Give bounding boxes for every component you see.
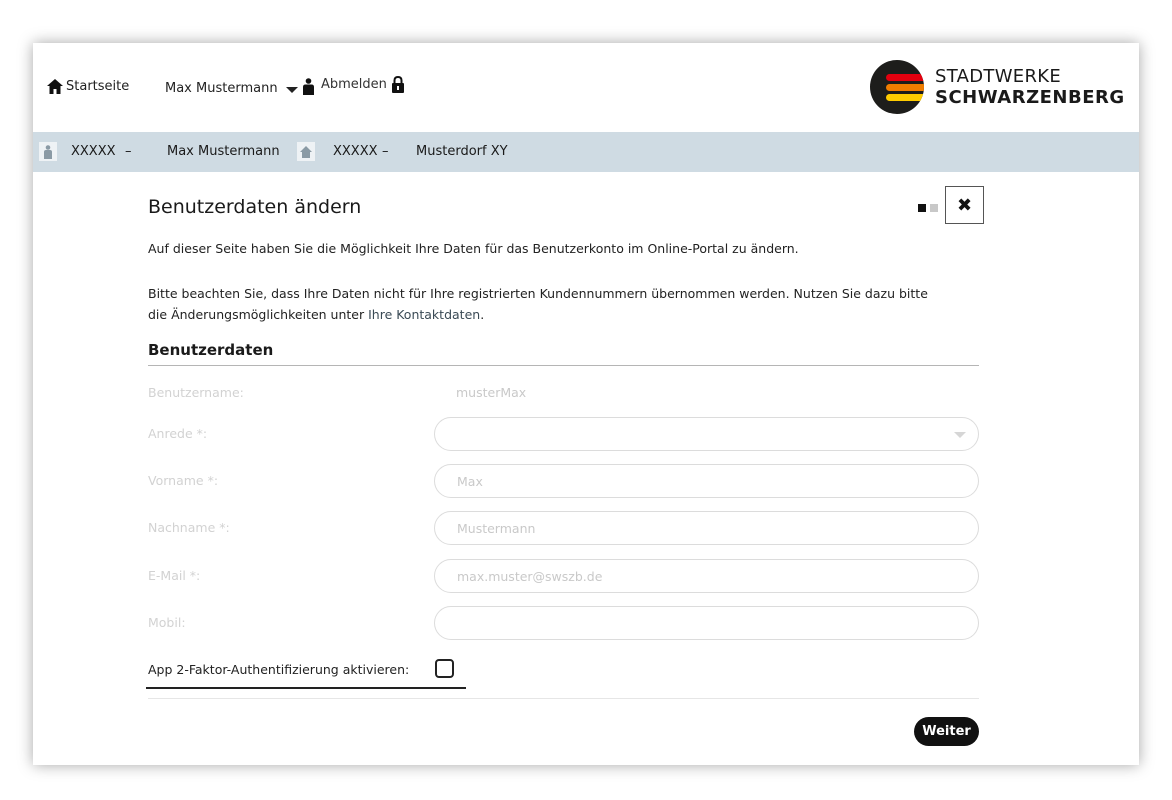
tfa-checkbox[interactable]	[435, 659, 454, 678]
notice-end: .	[480, 307, 485, 322]
email-value: max.muster@swszb.de	[457, 568, 603, 584]
chevron-down-icon	[954, 432, 966, 438]
top-header: Startseite Max Mustermann Abmelden STADT…	[33, 43, 1139, 132]
section-divider	[148, 365, 979, 366]
notice-text: Bitte beachten Sie, dass Ihre Daten nich…	[148, 283, 948, 325]
logout-link[interactable]: Abmelden	[321, 76, 405, 93]
customer-info-bar: XXXXX – Max Mustermann XXXXX – Musterdor…	[33, 132, 1139, 172]
logo-line-2: SCHWARZENBERG	[935, 87, 1125, 108]
notice-body: Bitte beachten Sie, dass Ihre Daten nich…	[148, 286, 928, 322]
logo-line-1: STADTWERKE	[935, 66, 1062, 87]
app-window: Startseite Max Mustermann Abmelden STADT…	[33, 43, 1139, 765]
customer-name: Max Mustermann	[167, 144, 280, 159]
home-link[interactable]: Startseite	[47, 79, 129, 94]
salutation-select[interactable]	[434, 417, 979, 451]
user-menu[interactable]: Max Mustermann	[165, 78, 315, 99]
company-logo[interactable]: STADTWERKE SCHWARZENBERG	[870, 60, 1125, 114]
contact-data-link[interactable]: Ihre Kontaktdaten	[368, 307, 480, 322]
meter-separator: –	[382, 144, 389, 159]
username-value: musterMax	[456, 385, 527, 400]
meter-number: XXXXX	[333, 144, 378, 159]
page-title: Benutzerdaten ändern	[148, 196, 362, 218]
username-label: Benutzername:	[148, 385, 244, 400]
customer-icon	[39, 142, 57, 161]
firstname-label: Vorname *:	[148, 473, 219, 488]
tfa-label: App 2-Faktor-Authentifizierung aktiviere…	[148, 662, 410, 677]
next-button[interactable]: Weiter	[914, 717, 979, 746]
close-button[interactable]: ✖	[945, 186, 984, 224]
house-icon	[297, 142, 315, 161]
home-icon	[47, 79, 63, 94]
logout-label: Abmelden	[321, 77, 387, 92]
section-title: Benutzerdaten	[148, 341, 274, 359]
location-name: Musterdorf XY	[416, 144, 508, 159]
customer-separator: –	[125, 144, 132, 159]
step-dot-inactive	[930, 204, 938, 212]
lastname-value: Mustermann	[457, 520, 536, 536]
logo-wordmark: STADTWERKE SCHWARZENBERG	[935, 66, 1125, 108]
firstname-value: Max	[457, 473, 483, 489]
close-icon: ✖	[956, 194, 973, 216]
customer-number: XXXXX	[71, 144, 116, 159]
form-divider	[148, 698, 979, 699]
step-dot-active	[918, 204, 926, 212]
person-icon	[302, 78, 315, 99]
chevron-down-icon	[285, 86, 298, 93]
email-label: E-Mail *:	[148, 568, 201, 583]
mobile-field[interactable]	[434, 606, 979, 640]
tfa-focus-underline	[146, 687, 466, 689]
lastname-field[interactable]: Mustermann	[434, 511, 979, 545]
user-name: Max Mustermann	[165, 81, 278, 96]
lastname-label: Nachname *:	[148, 520, 230, 535]
firstname-field[interactable]: Max	[434, 464, 979, 498]
mobile-label: Mobil:	[148, 615, 186, 630]
lock-icon	[391, 76, 404, 93]
email-field[interactable]: max.muster@swszb.de	[434, 559, 979, 593]
step-indicator	[918, 204, 942, 212]
salutation-label: Anrede *:	[148, 426, 208, 441]
home-link-label: Startseite	[66, 79, 130, 94]
logo-mark-icon	[870, 60, 924, 114]
intro-text: Auf dieser Seite haben Sie die Möglichke…	[148, 241, 799, 256]
